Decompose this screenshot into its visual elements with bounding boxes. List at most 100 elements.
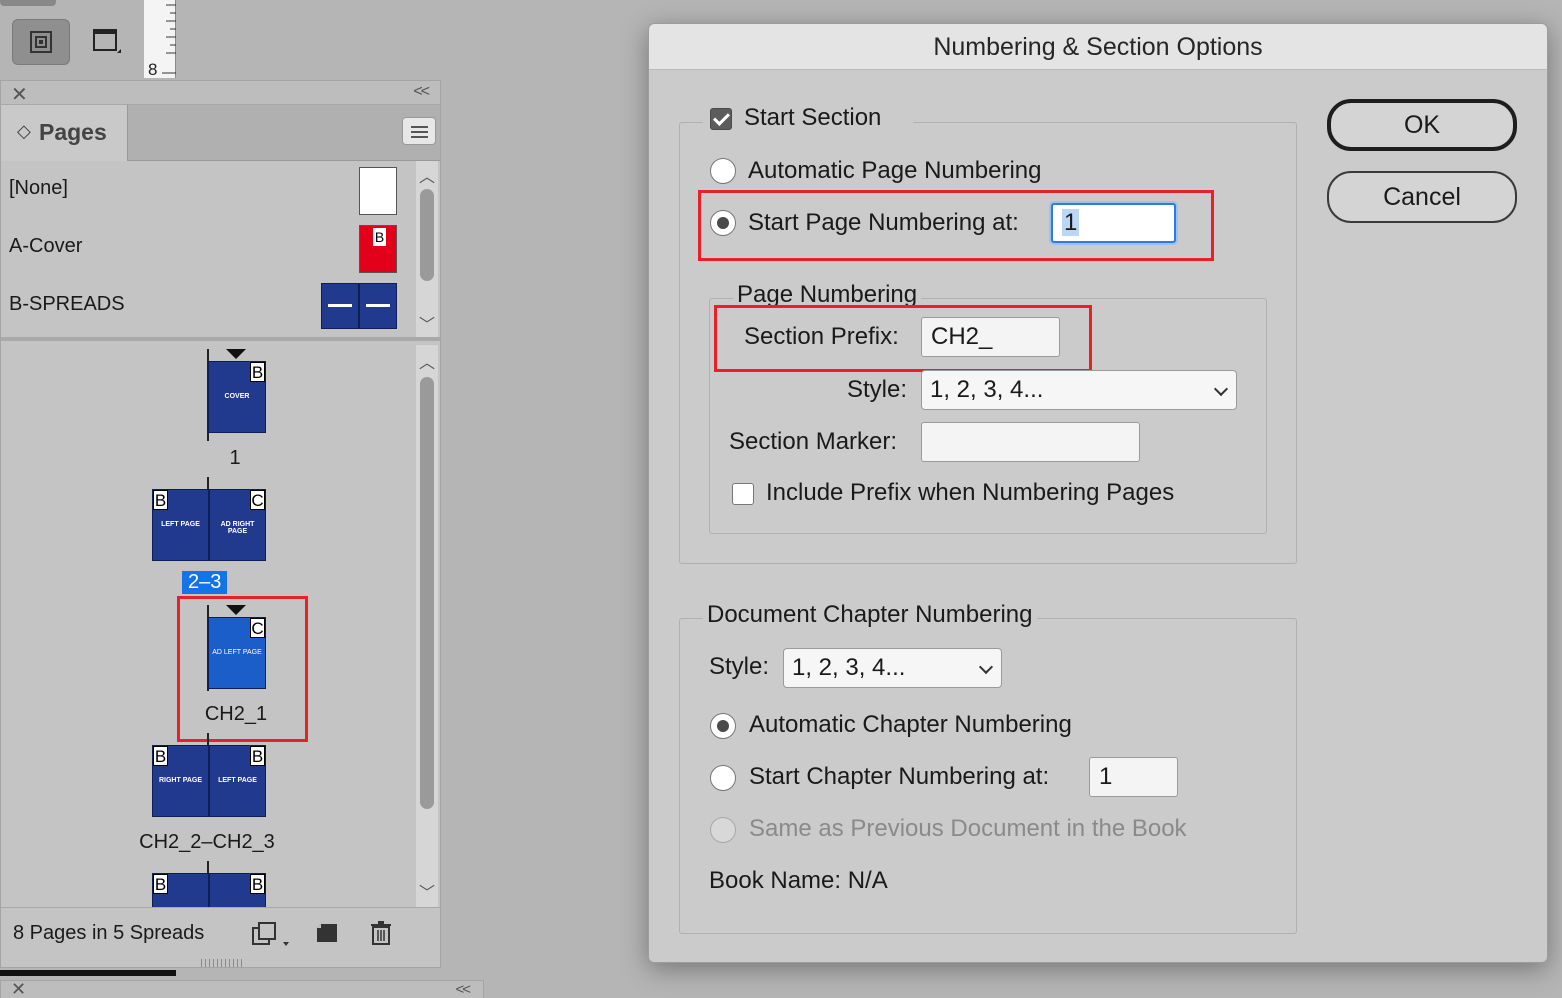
include-prefix-label: Include Prefix when Numbering Pages	[766, 479, 1175, 506]
panel-collapse-icon[interactable]: <<	[413, 83, 430, 101]
section-marker-label: Section Marker:	[729, 428, 898, 455]
edit-page-size-icon[interactable]	[251, 920, 291, 953]
secondary-panel-titlebar: ✕ <<	[0, 979, 484, 998]
auto-chapter-radio[interactable]	[710, 713, 736, 739]
highlight-box-page	[177, 596, 308, 742]
highlight-box-start-page	[698, 190, 1214, 261]
page-thumbnails: B COVER 1 B LEFT PAGE C AD RIGHT PAGE 2–…	[1, 345, 440, 907]
master-item-b-spreads[interactable]: B-SPREADS	[1, 277, 411, 335]
page-thumb-left[interactable]: B LEFT PAGE	[152, 489, 209, 561]
bottom-bar	[0, 970, 176, 976]
include-prefix-checkbox[interactable]	[732, 483, 754, 505]
scroll-up-icon[interactable]: ︿	[419, 349, 435, 373]
screen-mode-icon	[93, 29, 121, 53]
masters-scroll-thumb[interactable]	[420, 189, 434, 281]
master-thumb-blank	[359, 167, 397, 215]
panel-resize-grip[interactable]	[201, 959, 243, 967]
master-letter-badge: B	[153, 490, 168, 510]
chapter-style-label: Style:	[709, 653, 770, 680]
ok-button[interactable]: OK	[1327, 99, 1517, 151]
page-number: 1	[229, 447, 241, 469]
page-thumb-text: LEFT PAGE	[161, 521, 200, 528]
panel-footer: 8 Pages in 5 Spreads	[1, 907, 440, 957]
chevron-down-icon	[1213, 381, 1229, 397]
tab-chevron-icon: ◇	[17, 121, 31, 141]
master-item-a-cover[interactable]: A-Cover B	[1, 219, 411, 277]
page-count: 8 Pages in 5 Spreads	[13, 922, 205, 944]
panel-close-icon[interactable]: ✕	[11, 82, 28, 107]
same-as-previous-label: Same as Previous Document in the Book	[749, 815, 1187, 842]
page-thumb-text: LEFT PAGE	[218, 777, 257, 784]
masters-list: [None] A-Cover B B-SPREADS ︿ ﹀	[1, 161, 440, 341]
start-chapter-input[interactable]: 1	[1089, 757, 1178, 797]
new-page-icon[interactable]	[315, 920, 339, 951]
master-label: A-Cover	[9, 235, 83, 257]
master-thumb-spread-right	[359, 283, 397, 329]
start-section-label: Start Section	[744, 104, 882, 131]
page-thumb-text: RIGHT PAGE	[158, 777, 203, 784]
panel-collapse-icon[interactable]: <<	[455, 981, 470, 998]
page-number: CH2_2–CH2_3	[139, 831, 275, 853]
master-thumb-cover: B	[359, 225, 397, 273]
master-dash	[328, 304, 352, 307]
auto-chapter-label: Automatic Chapter Numbering	[749, 711, 1072, 738]
master-letter-badge: B	[153, 874, 168, 894]
master-letter-badge: B	[250, 746, 265, 766]
page-thumb-right[interactable]: B	[209, 873, 266, 907]
tab-pages-label: Pages	[39, 119, 107, 145]
scroll-down-icon[interactable]: ﹀	[419, 311, 435, 335]
auto-page-numbering-label: Automatic Page Numbering	[748, 157, 1042, 184]
master-dash	[366, 304, 390, 307]
pages-scroll-thumb[interactable]	[420, 377, 434, 809]
master-letter-badge: B	[153, 746, 168, 766]
master-letter-badge: B	[250, 874, 265, 894]
panel-tabs: ◇ Pages	[1, 105, 440, 161]
masters-scrollbar[interactable]: ︿ ﹀	[416, 161, 438, 337]
style-label: Style:	[847, 376, 908, 403]
dialog-titlebar: Numbering & Section Options	[649, 24, 1547, 70]
chapter-style-select[interactable]: 1, 2, 3, 4...	[783, 648, 1002, 688]
master-letter-badge: B	[250, 362, 265, 382]
page-thumb-right[interactable]: B LEFT PAGE	[209, 745, 266, 817]
master-item-none[interactable]: [None]	[1, 161, 411, 219]
master-thumb-spread-left	[321, 283, 359, 329]
style-select[interactable]: 1, 2, 3, 4...	[921, 370, 1237, 410]
page-thumb-cover[interactable]: B COVER	[208, 361, 266, 433]
normal-view-mode-button[interactable]	[12, 19, 70, 65]
page-thumb-left[interactable]: B RIGHT PAGE	[152, 745, 209, 817]
page-thumb-left[interactable]: B	[152, 873, 209, 907]
tab-pages[interactable]: ◇ Pages	[1, 105, 128, 161]
same-as-previous-radio	[710, 817, 736, 843]
start-chapter-radio[interactable]	[710, 765, 736, 791]
spread-marker-icon	[226, 349, 246, 359]
section-marker-input[interactable]	[921, 422, 1140, 462]
page-thumb-right[interactable]: C AD RIGHT PAGE	[209, 489, 266, 561]
trash-icon[interactable]	[369, 920, 393, 951]
start-section-checkbox[interactable]	[710, 108, 732, 130]
pages-scrollbar[interactable]: ︿ ﹀	[416, 345, 438, 907]
start-chapter-label: Start Chapter Numbering at:	[749, 763, 1050, 790]
menu-line-icon	[411, 136, 428, 138]
panel-menu-button[interactable]	[402, 117, 436, 145]
page-number-selected[interactable]: 2–3	[182, 571, 228, 594]
master-label: B-SPREADS	[9, 293, 125, 315]
panel-close-icon[interactable]: ✕	[11, 979, 26, 998]
scroll-up-icon[interactable]: ︿	[419, 163, 435, 187]
screen-mode-button[interactable]	[78, 19, 136, 65]
auto-page-numbering-radio[interactable]	[710, 158, 736, 184]
chapter-style-value: 1, 2, 3, 4...	[792, 654, 906, 681]
master-label: [None]	[9, 177, 68, 199]
tool-strip: 8	[0, 0, 200, 79]
style-select-value: 1, 2, 3, 4...	[930, 376, 1044, 403]
tool-top-tab	[0, 0, 56, 6]
page-thumb-text: COVER	[224, 393, 250, 400]
view-mode-icon	[30, 31, 52, 53]
scroll-down-icon[interactable]: ﹀	[419, 879, 435, 903]
cancel-button[interactable]: Cancel	[1327, 171, 1517, 223]
edit-page-size-svg	[252, 922, 289, 946]
master-letter-badge: C	[250, 490, 265, 510]
ruler-number: 8	[148, 60, 158, 79]
menu-line-icon	[411, 126, 428, 128]
highlight-box-prefix	[714, 305, 1092, 372]
menu-line-icon	[411, 131, 428, 133]
